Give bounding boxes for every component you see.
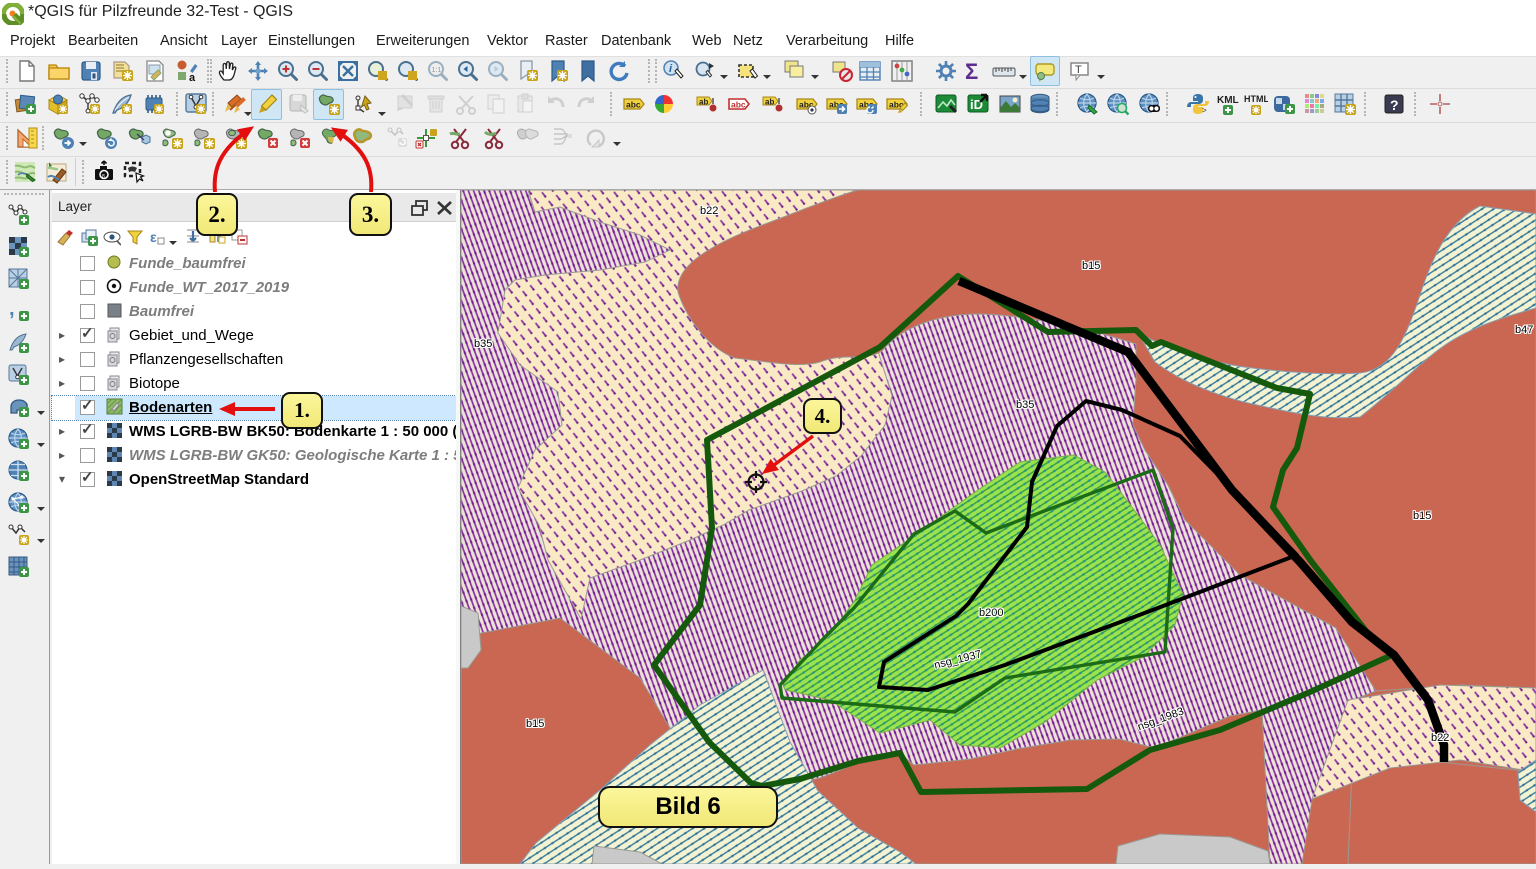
svg-text:iD: iD — [970, 97, 983, 112]
svg-text:ab: ab — [765, 98, 774, 107]
svg-text:a: a — [189, 72, 196, 83]
svg-text:1:1: 1:1 — [432, 67, 442, 74]
svg-text:?: ? — [1390, 97, 1399, 113]
svg-text:8: 8 — [102, 174, 105, 180]
svg-text:ab: ab — [699, 98, 708, 107]
svg-text:T: T — [1075, 64, 1082, 76]
svg-text:KML: KML — [1217, 95, 1239, 106]
svg-text:ε: ε — [150, 229, 157, 245]
svg-text:,: , — [9, 299, 15, 320]
svg-text:>: > — [1202, 106, 1207, 115]
svg-text:Σ: Σ — [965, 59, 978, 83]
svg-text:abc: abc — [626, 100, 641, 110]
svg-text:HTML: HTML — [1244, 94, 1268, 104]
svg-text:abc: abc — [731, 100, 746, 110]
